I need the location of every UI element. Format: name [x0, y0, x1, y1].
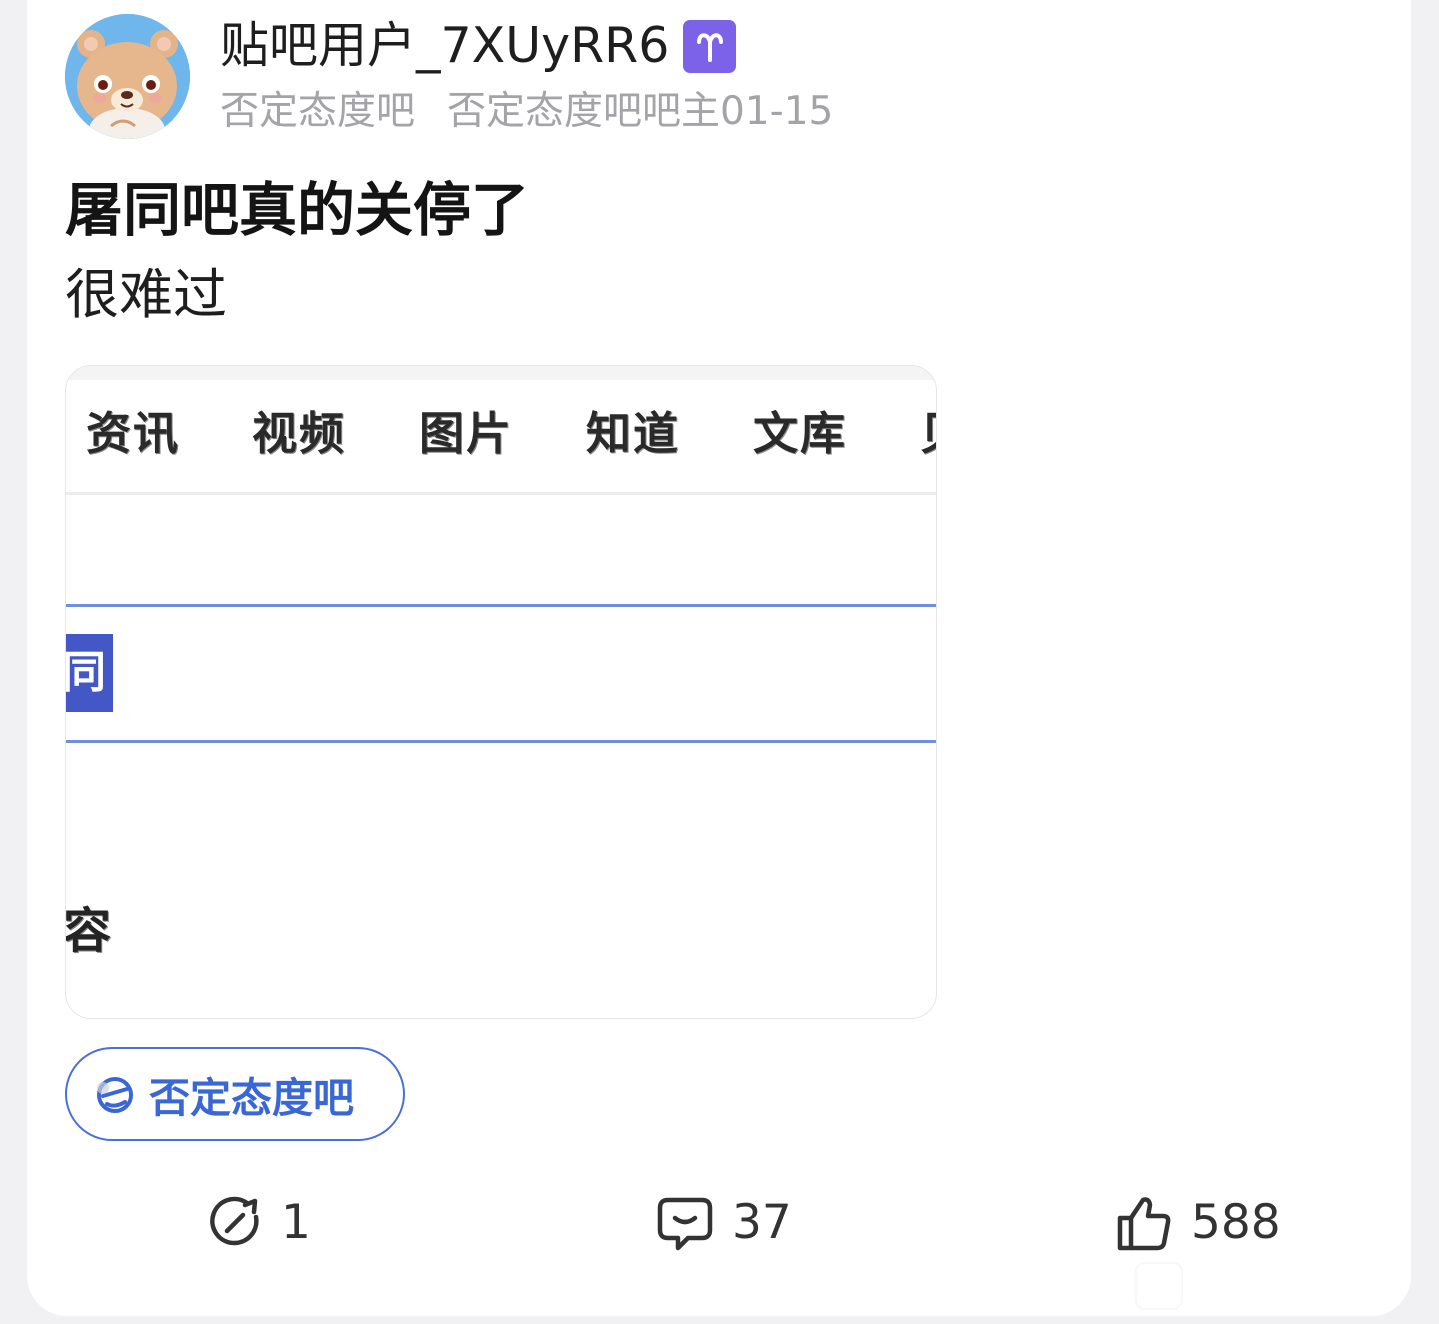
- post-image[interactable]: 资讯 视频 图片 知道 文库 贝 同 容: [65, 365, 937, 1019]
- user-avatar[interactable]: [65, 14, 190, 139]
- search-box-bottom-border: [66, 740, 936, 743]
- zodiac-badge: [683, 19, 737, 73]
- search-box-top-border: [66, 604, 936, 607]
- image-tab: 视频: [252, 407, 347, 460]
- image-tab: 图片: [419, 407, 514, 460]
- comment-count: 37: [732, 1195, 792, 1250]
- image-tab: 资讯: [86, 407, 181, 460]
- username-row: 贴吧用户_7XUyRR6: [220, 14, 737, 78]
- image-tab-bar: 资讯 视频 图片 知道 文库 贝: [66, 380, 936, 495]
- aries-icon: [696, 33, 723, 62]
- image-tab: 知道: [586, 407, 681, 460]
- image-tab: 文库: [753, 407, 848, 460]
- comment-button[interactable]: 37: [656, 1188, 792, 1258]
- share-icon: [210, 1196, 259, 1246]
- image-topbar: [66, 366, 936, 380]
- bear-avatar-icon: [65, 14, 190, 139]
- thumbs-up-icon: [1117, 1197, 1171, 1251]
- image-tab: 贝: [920, 404, 936, 464]
- forum-name[interactable]: 否定态度吧: [220, 86, 415, 138]
- share-count: 1: [281, 1195, 311, 1250]
- role-date: 否定态度吧吧主01-15: [447, 89, 834, 134]
- post-meta: 否定态度吧 否定态度吧吧主01-15: [220, 86, 833, 138]
- like-button[interactable]: 588: [1115, 1188, 1281, 1258]
- cut-off-text: 容: [65, 903, 112, 959]
- username[interactable]: 贴吧用户_7XUyRR6: [220, 14, 669, 78]
- comment-icon: [657, 1197, 713, 1251]
- forum-tag-button[interactable]: 否定态度吧: [65, 1047, 405, 1141]
- forum-logo-icon: [97, 1077, 133, 1113]
- highlighted-text: 同: [66, 634, 113, 712]
- watermark-icon: [1135, 1262, 1183, 1310]
- post-title[interactable]: 屠同吧真的关停了: [65, 172, 529, 248]
- forum-tag-label: 否定态度吧: [149, 1074, 354, 1122]
- share-button[interactable]: 1: [207, 1188, 311, 1258]
- like-count: 588: [1191, 1195, 1281, 1250]
- post-body[interactable]: 很难过: [65, 262, 227, 328]
